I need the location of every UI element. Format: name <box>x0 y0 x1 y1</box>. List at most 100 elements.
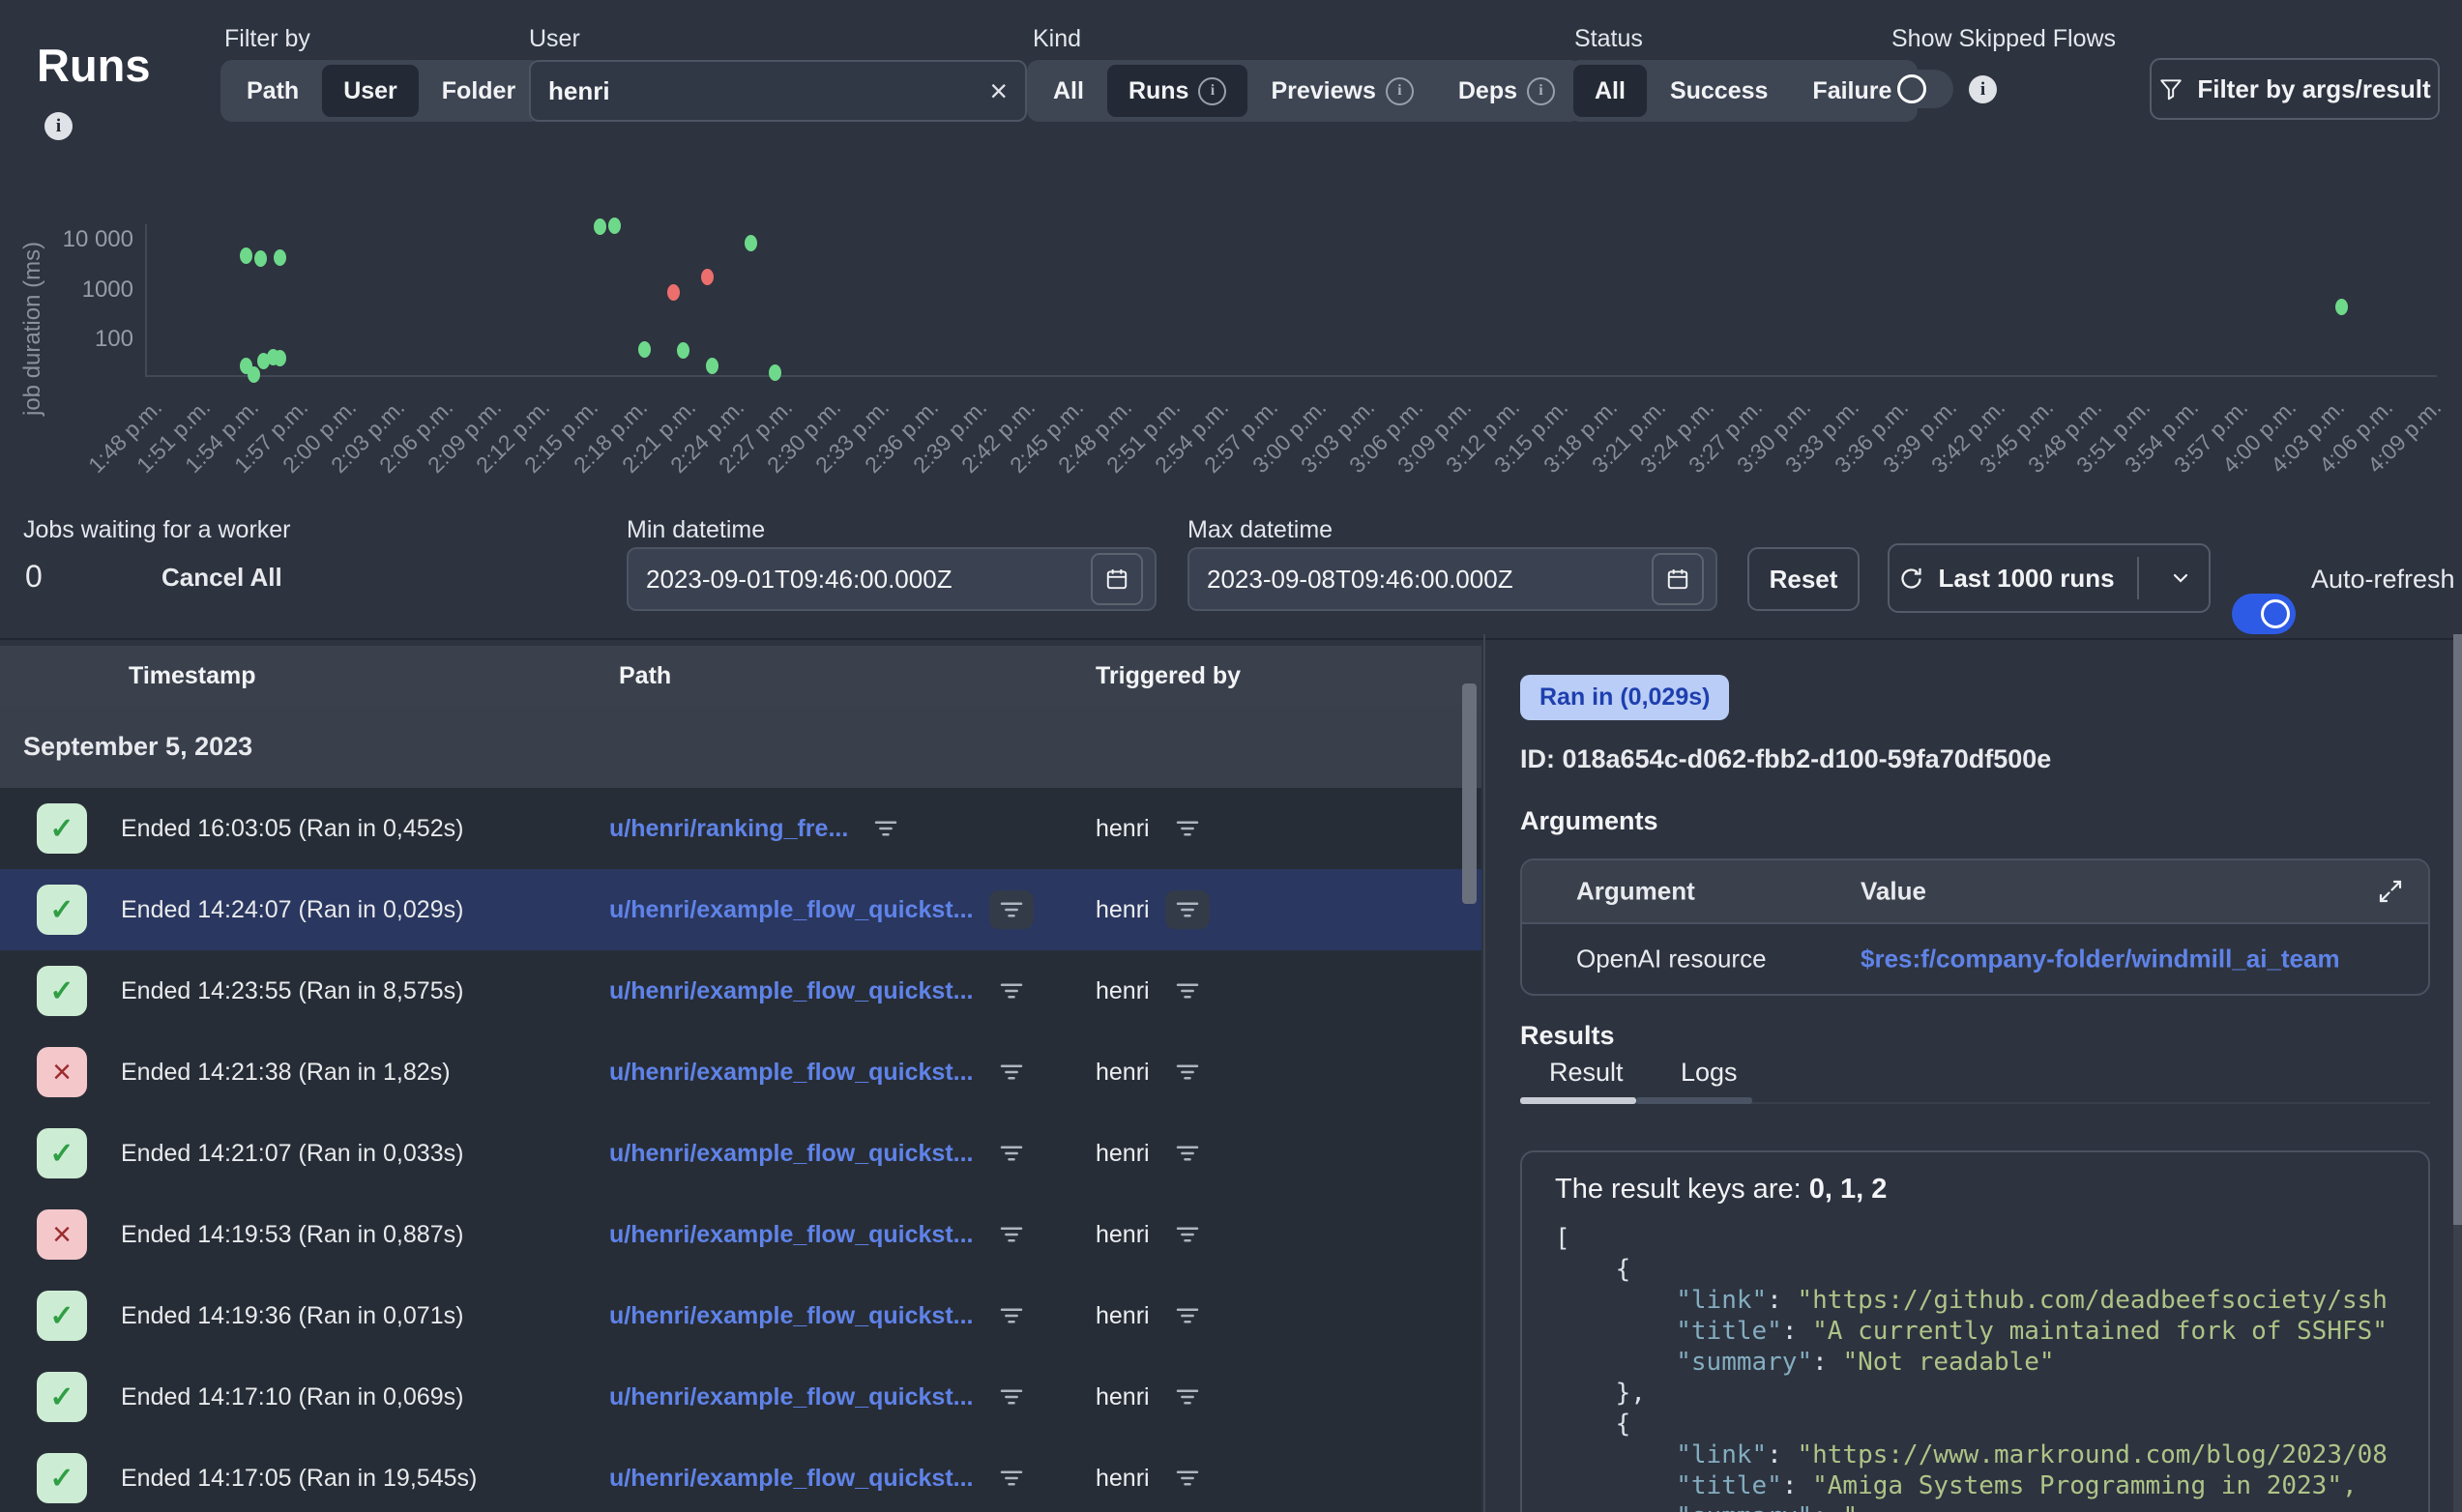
filter-by-option-path[interactable]: Path <box>225 65 320 117</box>
row-path-link[interactable]: u/henri/example_flow_quickst... <box>609 1059 974 1087</box>
info-icon[interactable]: i <box>1386 77 1414 105</box>
expand-args-button[interactable] <box>2376 877 2405 906</box>
filter-by-path-icon[interactable] <box>989 972 1034 1010</box>
kind-option-deps[interactable]: Depsi <box>1437 65 1576 117</box>
row-path-link[interactable]: u/henri/example_flow_quickst... <box>609 1140 974 1168</box>
run-data-point-success[interactable] <box>274 350 286 366</box>
clear-input-icon[interactable]: × <box>989 73 1008 109</box>
filter-by-path-icon[interactable] <box>989 1215 1034 1254</box>
filter-by-option-user[interactable]: User <box>322 65 419 117</box>
argument-value-link[interactable]: $res:f/company-folder/windmill_ai_team <box>1861 945 2340 974</box>
table-scrollbar-thumb[interactable] <box>1462 683 1477 904</box>
filter-by-path-icon[interactable] <box>989 1134 1034 1173</box>
filter-by-path-icon[interactable] <box>989 1296 1034 1335</box>
runs-info-icon[interactable]: i <box>44 112 73 140</box>
filter-by-user-icon[interactable] <box>1165 1459 1210 1497</box>
show-skipped-toggle[interactable] <box>1891 70 1953 108</box>
run-data-point-success[interactable] <box>248 366 260 383</box>
run-data-point-success[interactable] <box>706 358 718 374</box>
table-row[interactable]: ✓Ended 14:21:07 (Ran in 0,033s)u/henri/e… <box>0 1113 1481 1196</box>
json-key: "summary" <box>1676 1348 1812 1377</box>
table-row[interactable]: ✓Ended 14:17:05 (Ran in 19,545s)u/henri/… <box>0 1438 1481 1512</box>
filter-by-path-icon[interactable] <box>989 890 1034 929</box>
filter-by-user-icon[interactable] <box>1165 1296 1210 1335</box>
row-path-link[interactable]: u/henri/example_flow_quickst... <box>609 1221 974 1249</box>
run-data-point-success[interactable] <box>254 250 267 267</box>
row-path-cell: u/henri/example_flow_quickst... <box>609 890 1034 929</box>
filter-by-path-icon[interactable] <box>989 1459 1034 1497</box>
filter-by-user-icon[interactable] <box>1165 1134 1210 1173</box>
filter-by-user-icon[interactable] <box>1165 972 1210 1010</box>
row-path-link[interactable]: u/henri/example_flow_quickst... <box>609 1465 974 1493</box>
filter-by-user-icon[interactable] <box>1165 1215 1210 1254</box>
table-row[interactable]: ×Ended 14:19:53 (Ran in 0,887s)u/henri/e… <box>0 1194 1481 1277</box>
row-path-link[interactable]: u/henri/example_flow_quickst... <box>609 977 974 1005</box>
json-key: "summary" <box>1676 1502 1812 1512</box>
reset-button[interactable]: Reset <box>1747 547 1860 611</box>
filter-by-user-icon[interactable] <box>1165 1053 1210 1091</box>
table-row[interactable]: ✓Ended 14:23:55 (Ran in 8,575s)u/henri/e… <box>0 950 1481 1033</box>
column-timestamp[interactable]: Timestamp <box>129 662 256 690</box>
max-datetime-input[interactable]: 2023-09-08T09:46:00.000Z <box>1187 547 1717 611</box>
filter-by-user-icon[interactable] <box>1165 890 1210 929</box>
row-path-link[interactable]: u/henri/example_flow_quickst... <box>609 1302 974 1330</box>
run-data-point-success[interactable] <box>677 342 689 359</box>
auto-refresh-toggle[interactable] <box>2232 594 2296 634</box>
table-row[interactable]: ✓Ended 14:17:10 (Ran in 0,069s)u/henri/e… <box>0 1356 1481 1439</box>
tab-result[interactable]: Result <box>1549 1058 1624 1088</box>
run-data-point-success[interactable] <box>274 249 286 266</box>
json-punct <box>1555 1348 1676 1377</box>
user-search-input[interactable]: henri × <box>529 60 1027 122</box>
runs-page: Runs i Filter by PathUserFolder User hen… <box>0 0 2462 1512</box>
table-row[interactable]: ×Ended 14:21:38 (Ran in 1,82s)u/henri/ex… <box>0 1032 1481 1115</box>
show-skipped-info-icon[interactable]: i <box>1969 75 1997 103</box>
jobs-waiting-count: 0 <box>25 559 43 595</box>
info-icon[interactable]: i <box>1198 77 1226 105</box>
min-datetime-input[interactable]: 2023-09-01T09:46:00.000Z <box>627 547 1157 611</box>
run-data-point-failure[interactable] <box>701 269 714 285</box>
page-scrollbar-thumb[interactable] <box>2453 634 2462 1225</box>
last-runs-button[interactable]: Last 1000 runs <box>1888 543 2211 613</box>
run-data-point-failure[interactable] <box>667 284 680 301</box>
min-calendar-button[interactable] <box>1091 553 1143 605</box>
table-row[interactable]: ✓Ended 14:24:07 (Ran in 0,029s)u/henri/e… <box>0 869 1481 952</box>
filter-args-button[interactable]: Filter by args/result <box>2150 58 2440 120</box>
run-data-point-success[interactable] <box>608 218 621 234</box>
filter-by-user-icon[interactable] <box>1165 1378 1210 1416</box>
kind-option-all[interactable]: All <box>1032 65 1105 117</box>
table-row[interactable]: ✓Ended 16:03:05 (Ran in 0,452s)u/henri/r… <box>0 788 1481 871</box>
column-triggered-by[interactable]: Triggered by <box>1096 662 1241 690</box>
tab-logs[interactable]: Logs <box>1681 1058 1738 1088</box>
info-icon[interactable]: i <box>1527 77 1555 105</box>
json-string: "https://github.com/deadbeefsociety/ssh <box>1797 1286 2387 1315</box>
run-data-point-success[interactable] <box>745 235 757 251</box>
json-key: "link" <box>1676 1286 1767 1315</box>
filter-by-option-folder[interactable]: Folder <box>421 65 537 117</box>
run-data-point-success[interactable] <box>769 364 781 381</box>
result-viewer[interactable]: The result keys are: 0, 1, 2 [ { "link":… <box>1520 1150 2430 1512</box>
last-runs-dropdown[interactable] <box>2153 567 2209 590</box>
run-data-point-success[interactable] <box>2335 299 2348 315</box>
filter-by-path-icon[interactable] <box>989 1378 1034 1416</box>
filter-by-path-icon[interactable] <box>989 1053 1034 1091</box>
row-path-link[interactable]: u/henri/ranking_fre... <box>609 815 848 843</box>
status-option-all[interactable]: All <box>1573 65 1647 117</box>
row-path-link[interactable]: u/henri/example_flow_quickst... <box>609 1383 974 1411</box>
inactive-tab-indicator <box>1636 1097 1752 1104</box>
success-icon: ✓ <box>37 1453 87 1503</box>
table-row[interactable]: ✓Ended 14:19:36 (Ran in 0,071s)u/henri/e… <box>0 1275 1481 1358</box>
run-data-point-success[interactable] <box>240 247 252 264</box>
run-data-point-success[interactable] <box>638 341 651 358</box>
run-data-point-success[interactable] <box>594 218 606 235</box>
row-user: henri <box>1096 1302 1150 1330</box>
cancel-all-button[interactable]: Cancel All <box>161 563 282 593</box>
max-calendar-button[interactable] <box>1652 553 1704 605</box>
max-datetime-value: 2023-09-08T09:46:00.000Z <box>1207 565 1652 595</box>
column-path[interactable]: Path <box>619 662 671 690</box>
filter-by-path-icon[interactable] <box>864 809 908 848</box>
row-path-link[interactable]: u/henri/example_flow_quickst... <box>609 896 974 924</box>
kind-option-runs[interactable]: Runsi <box>1107 65 1248 117</box>
status-option-success[interactable]: Success <box>1649 65 1789 117</box>
kind-option-previews[interactable]: Previewsi <box>1249 65 1434 117</box>
filter-by-user-icon[interactable] <box>1165 809 1210 848</box>
